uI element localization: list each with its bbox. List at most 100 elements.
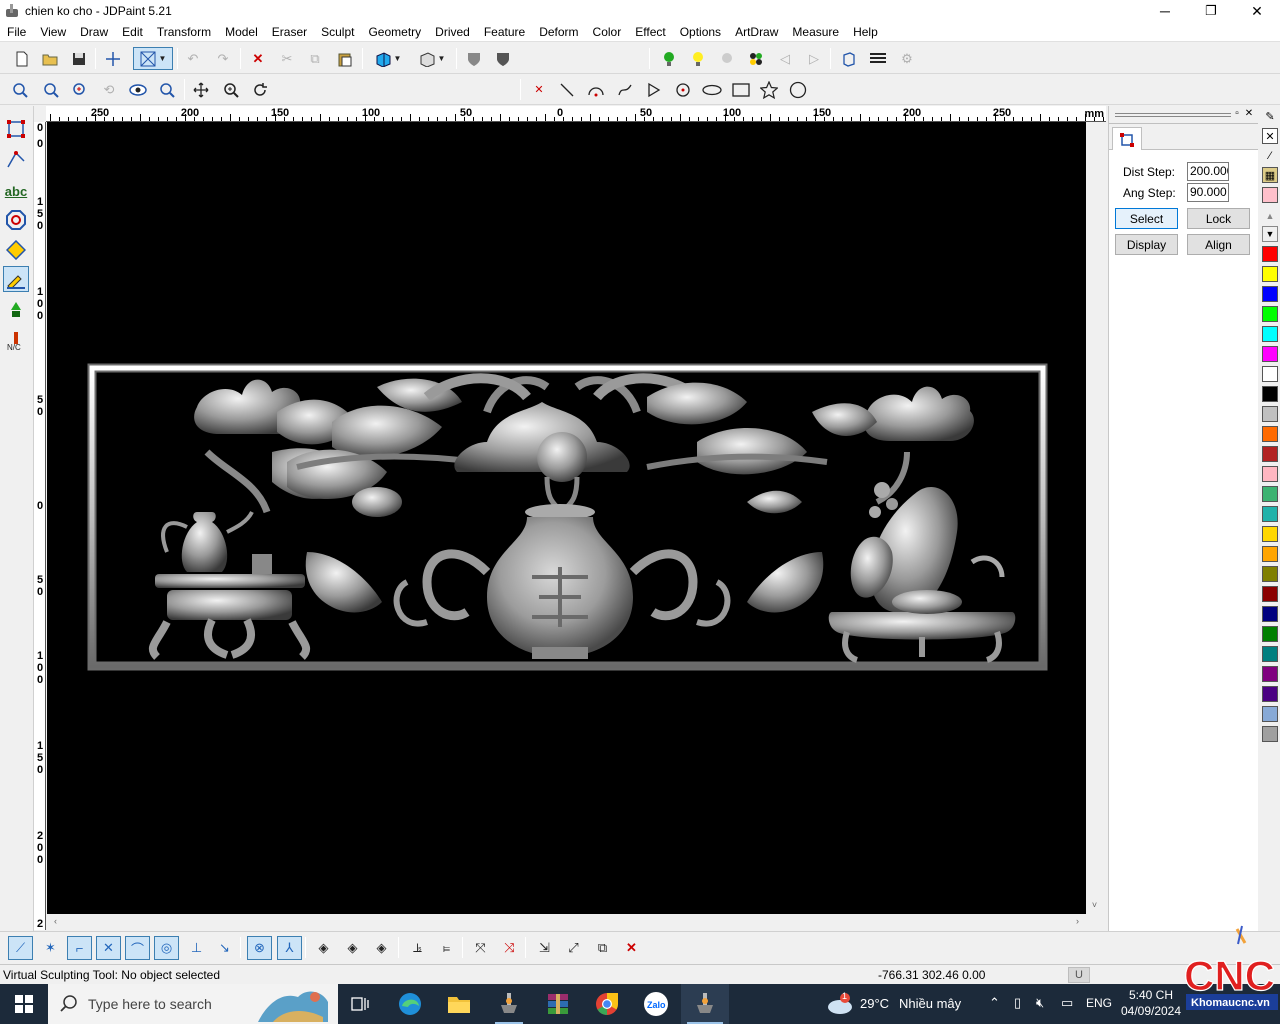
snap-nearest-icon[interactable]: ↘	[212, 936, 237, 960]
light-forward-icon[interactable]: ▷	[802, 47, 826, 70]
draw-ellipse-icon[interactable]	[700, 78, 724, 101]
pan-move-icon[interactable]	[189, 78, 213, 101]
rotate-view-icon[interactable]	[248, 78, 272, 101]
snap-tangent-icon[interactable]: ⌐	[67, 936, 92, 960]
winrar-icon[interactable]	[534, 984, 582, 1024]
color-swatch[interactable]	[1262, 546, 1278, 562]
align-button[interactable]: Align	[1187, 234, 1250, 255]
color-swatch[interactable]	[1262, 506, 1278, 522]
select-node-icon[interactable]	[3, 116, 29, 142]
dist-step-input[interactable]: 200.000	[1187, 162, 1229, 181]
color-swatch[interactable]	[1262, 406, 1278, 422]
zoom-fit-icon[interactable]	[155, 78, 179, 101]
clear-nodes-icon[interactable]: ✕	[619, 936, 644, 960]
minimize-button[interactable]: ─	[1142, 0, 1188, 22]
draw-point-icon[interactable]: ✕	[527, 78, 551, 101]
menu-sculpt[interactable]: Sculpt	[314, 22, 361, 42]
cut-icon[interactable]: ✂	[275, 47, 299, 70]
color-swatch[interactable]	[1262, 666, 1278, 682]
menu-feature[interactable]: Feature	[477, 22, 532, 42]
delete-icon[interactable]: ✕	[246, 47, 270, 70]
node-diamond-remove-icon[interactable]: ◈	[369, 936, 394, 960]
task-view-icon[interactable]	[336, 984, 384, 1024]
tray-chevron-up-icon[interactable]: ⌃	[989, 995, 1000, 1011]
draw-star-icon[interactable]	[757, 78, 781, 101]
zoom-out-icon[interactable]	[39, 78, 63, 101]
palette-up-arrow-icon[interactable]: ▲	[1262, 208, 1278, 224]
menu-help[interactable]: Help	[846, 22, 885, 42]
node-move-icon[interactable]: ⤢	[561, 936, 586, 960]
scroll-right-arrow-icon[interactable]: ›	[1069, 916, 1086, 926]
weather-cloud-icon[interactable]	[826, 992, 854, 1019]
windows-start-icon[interactable]	[0, 984, 48, 1024]
jdpaint-app-icon[interactable]	[4, 3, 20, 19]
color-swatch[interactable]	[1262, 726, 1278, 742]
tray-device-icon[interactable]: ▯	[1014, 995, 1021, 1011]
crosshair-snap-icon[interactable]	[101, 47, 125, 70]
curve-edit-icon[interactable]	[3, 146, 29, 172]
fill-diamond-icon[interactable]	[3, 237, 29, 263]
node-edit-icon[interactable]: ⇲	[532, 936, 557, 960]
shield-render-icon[interactable]	[462, 47, 486, 70]
zoom-in-icon[interactable]	[68, 78, 92, 101]
lock-button[interactable]: Lock	[1187, 208, 1250, 229]
draw-line-icon[interactable]	[555, 78, 579, 101]
menu-artdraw[interactable]: ArtDraw	[728, 22, 785, 42]
no-color-icon[interactable]: ✕	[1262, 128, 1278, 144]
menu-view[interactable]: View	[33, 22, 73, 42]
color-swatch[interactable]	[1262, 526, 1278, 542]
menu-deform[interactable]: Deform	[532, 22, 585, 42]
network-icon[interactable]: ▭	[1061, 995, 1073, 1011]
display-button[interactable]: Display	[1115, 234, 1178, 255]
shape-octagon-icon[interactable]	[3, 207, 29, 233]
snap-endpoint-icon[interactable]: ⟋	[8, 936, 33, 960]
language-indicator[interactable]: ENG	[1086, 996, 1112, 1010]
color-swatch[interactable]	[1262, 626, 1278, 642]
new-file-icon[interactable]	[10, 47, 34, 70]
layers-icon[interactable]	[866, 47, 890, 70]
menu-drived[interactable]: Drived	[428, 22, 477, 42]
selection-mode-dropdown[interactable]: ▼	[133, 47, 173, 70]
draw-polygon-icon[interactable]	[786, 78, 810, 101]
chrome-browser-icon[interactable]	[583, 984, 631, 1024]
pattern-icon[interactable]: ▦	[1262, 167, 1278, 183]
open-folder-icon[interactable]	[38, 47, 62, 70]
snap-grid-point-icon[interactable]: ⊗	[247, 936, 272, 960]
menu-color[interactable]: Color	[586, 22, 629, 42]
redo-icon[interactable]: ↷	[211, 47, 235, 70]
color-swatch[interactable]	[1262, 426, 1278, 442]
snap-arc-icon[interactable]: ⌒	[125, 936, 150, 960]
snap-center-icon[interactable]: ◎	[154, 936, 179, 960]
snap-intersection-icon[interactable]: ✕	[96, 936, 121, 960]
taskbar-search-box[interactable]: Type here to search	[48, 984, 338, 1024]
palette-dropdown-icon[interactable]: ▼	[1262, 226, 1278, 242]
color-swatch[interactable]	[1262, 286, 1278, 302]
current-color-swatch[interactable]	[1262, 187, 1278, 203]
light-back-icon[interactable]: ◁	[773, 47, 797, 70]
weather-description[interactable]: Nhiều mây	[899, 996, 961, 1011]
snap-tab[interactable]	[1112, 127, 1142, 151]
color-swatch[interactable]	[1262, 706, 1278, 722]
light-multi-icon[interactable]	[715, 47, 739, 70]
select-button[interactable]: Select	[1115, 208, 1178, 229]
shield-solid-icon[interactable]	[491, 47, 515, 70]
eyedropper-icon[interactable]: ⁄	[1262, 148, 1278, 164]
color-swatch[interactable]	[1262, 326, 1278, 342]
menu-effect[interactable]: Effect	[628, 22, 672, 42]
material-icon[interactable]	[837, 47, 861, 70]
light-green-icon[interactable]	[657, 47, 681, 70]
vertical-scrollbar[interactable]: ˅	[1086, 122, 1103, 914]
view-box-dropdown[interactable]: ▼	[412, 47, 452, 70]
color-swatch[interactable]	[1262, 466, 1278, 482]
color-swatch[interactable]	[1262, 366, 1278, 382]
draw-circle-icon[interactable]	[671, 78, 695, 101]
menu-file[interactable]: File	[0, 22, 33, 42]
text-abc-icon[interactable]: abc	[3, 178, 29, 204]
align-line-icon[interactable]: ⫢	[434, 936, 459, 960]
light-yellow-icon[interactable]	[686, 47, 710, 70]
taskbar-clock[interactable]: 5:40 CH 04/09/2024	[1118, 987, 1184, 1019]
menu-model[interactable]: Model	[218, 22, 265, 42]
zoom-window-icon[interactable]	[8, 78, 32, 101]
horizontal-scrollbar[interactable]: ‹ ›	[47, 914, 1086, 931]
edge-browser-icon[interactable]	[386, 984, 434, 1024]
